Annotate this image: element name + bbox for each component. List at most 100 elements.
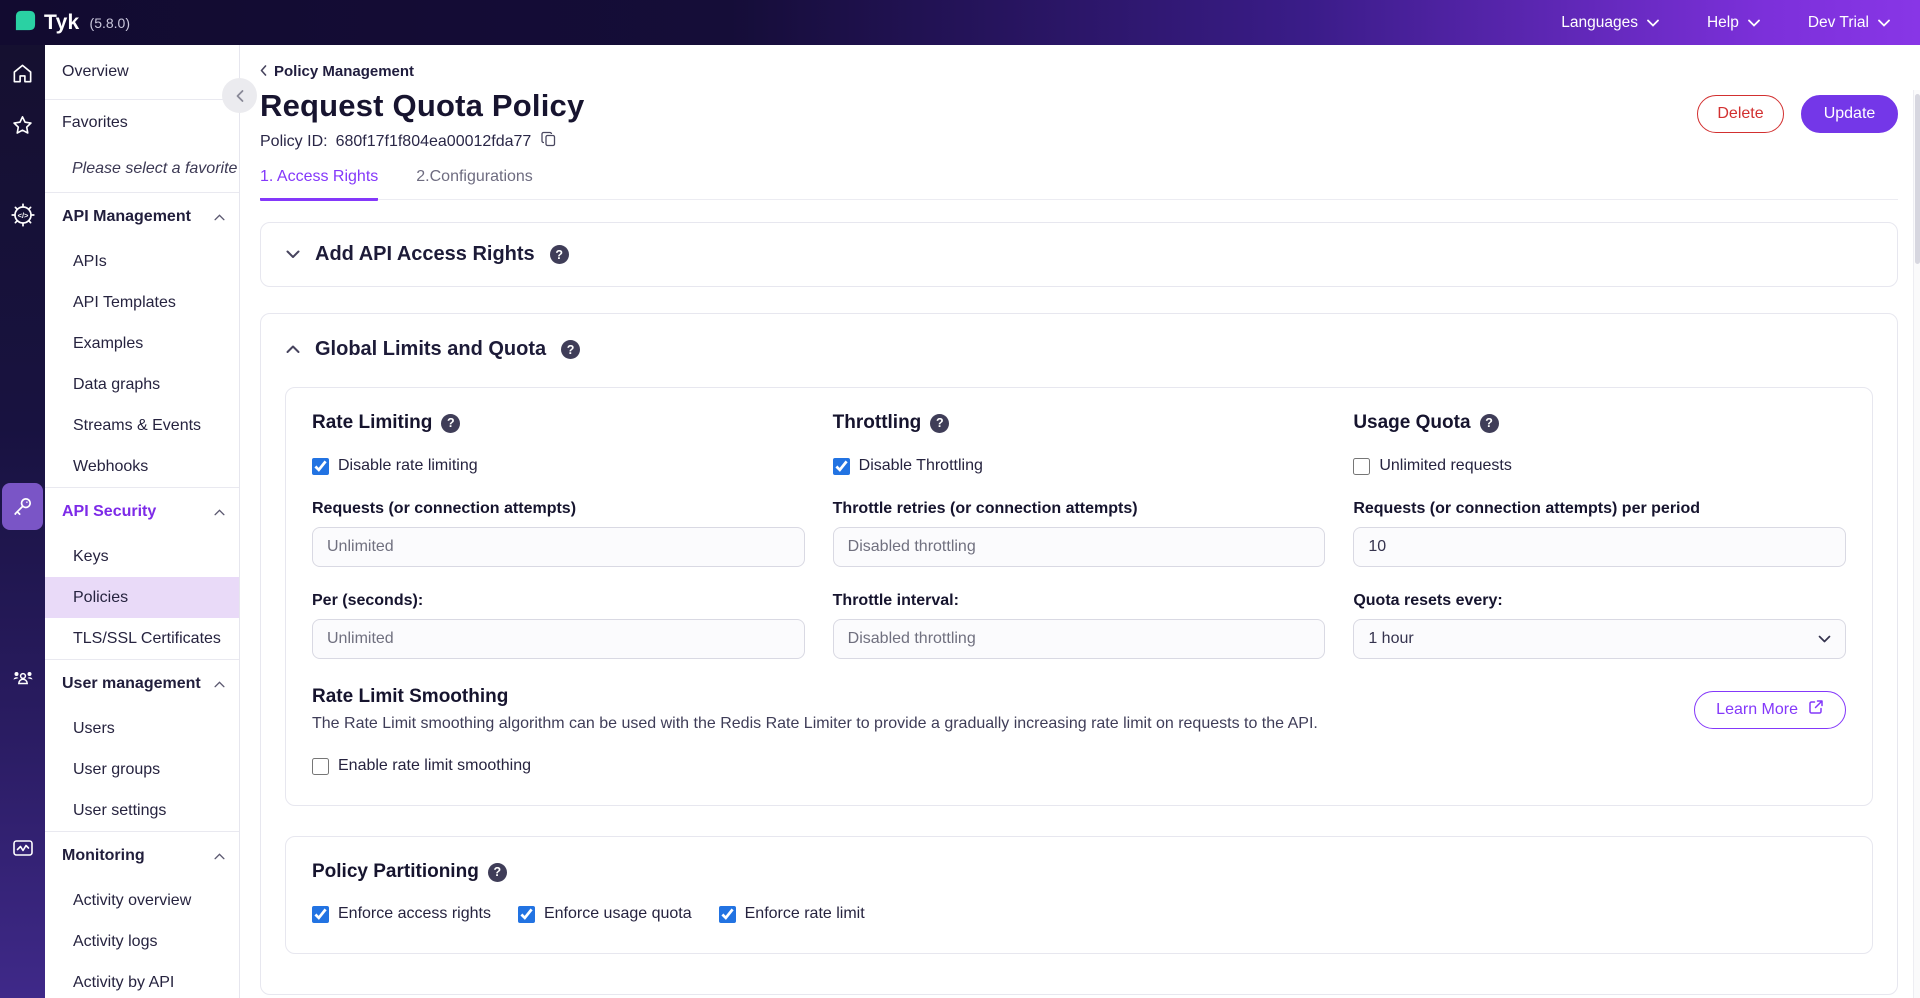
global-limits-quota-card: Global Limits and Quota ? Rate Limiting … <box>260 313 1898 995</box>
sidebar-item-examples[interactable]: Examples <box>45 323 239 364</box>
checkbox-label: Disable Throttling <box>858 457 983 474</box>
select-value: 1 hour <box>1368 630 1414 647</box>
rate-limiting-column: Rate Limiting ? Disable rate limiting Re… <box>312 412 805 659</box>
disable-throttling-row: Disable Throttling <box>832 457 1326 475</box>
disable-rate-limiting-checkbox[interactable] <box>312 457 329 475</box>
quota-resets-select[interactable]: 1 hour <box>1353 619 1846 659</box>
sidebar-item-label: APIs <box>73 252 107 270</box>
sidebar-section-label: API Security <box>62 503 157 520</box>
rate-limit-requests-input[interactable] <box>312 527 805 567</box>
throttle-interval-input[interactable] <box>832 619 1326 659</box>
sidebar-item-webhooks[interactable]: Webhooks <box>45 446 239 487</box>
home-icon[interactable] <box>0 62 45 85</box>
sidebar-item-apis[interactable]: APIs <box>45 241 239 282</box>
tab-access-rights[interactable]: 1. Access Rights <box>260 168 379 201</box>
field-label: Requests (or connection attempts) <box>312 500 577 517</box>
learn-more-label: Learn More <box>1716 700 1798 718</box>
sidebar-collapse-button[interactable] <box>222 78 257 113</box>
enable-smoothing-row: Enable rate limit smoothing <box>312 757 1846 775</box>
tyk-logo[interactable]: Tyk (5.8.0) <box>14 9 130 37</box>
sidebar-item-activity-by-api[interactable]: Activity by API <box>45 962 239 998</box>
checkbox-label: Unlimited requests <box>1379 457 1512 474</box>
help-icon[interactable]: ? <box>487 862 507 882</box>
chevron-up-icon <box>214 675 225 693</box>
help-icon[interactable]: ? <box>930 413 950 433</box>
column-title: Usage Quota <box>1353 412 1471 433</box>
sidebar-section-user-management[interactable]: User management <box>45 660 239 708</box>
throttle-retries-input[interactable] <box>832 527 1326 567</box>
subsection-title: Policy Partitioning <box>312 861 479 882</box>
sidebar-item-label: Activity by API <box>73 973 175 991</box>
topbar-menus: Languages Help Dev Trial <box>1561 14 1890 32</box>
section-title: Global Limits and Quota <box>315 338 547 360</box>
column-title: Rate Limiting <box>312 412 433 433</box>
enforce-rate-limit-checkbox[interactable] <box>718 905 736 923</box>
header-actions: Delete Update <box>1697 95 1898 133</box>
checkbox-label: Enforce access rights <box>338 905 491 922</box>
sidebar-item-activity-logs[interactable]: Activity logs <box>45 921 239 962</box>
enforce-access-rights-checkbox[interactable] <box>312 905 329 923</box>
sidebar-item-user-settings[interactable]: User settings <box>45 790 239 831</box>
sidebar-item-data-graphs[interactable]: Data graphs <box>45 364 239 405</box>
tab-configurations[interactable]: 2.Configurations <box>416 168 533 199</box>
sidebar-section-label: Monitoring <box>62 847 145 864</box>
breadcrumb[interactable]: Policy Management <box>260 63 1898 80</box>
help-icon[interactable]: ? <box>549 245 569 264</box>
usage-quota-column: Usage Quota ? Unlimited requests Request… <box>1353 412 1846 659</box>
help-icon[interactable]: ? <box>561 340 581 359</box>
help-icon[interactable]: ? <box>1479 413 1499 433</box>
delete-button[interactable]: Delete <box>1697 95 1784 133</box>
settings-code-icon[interactable]: </> <box>0 203 45 227</box>
user-management-users-icon[interactable] <box>0 666 45 690</box>
app-body: </> Overview Favorites Please select a f… <box>0 45 1920 998</box>
sidebar-item-user-groups[interactable]: User groups <box>45 749 239 790</box>
help-menu[interactable]: Help <box>1707 14 1760 32</box>
sidebar-item-policies[interactable]: Policies <box>45 577 239 618</box>
learn-more-button[interactable]: Learn More <box>1694 690 1846 729</box>
sidebar-item-overview[interactable]: Overview <box>45 45 239 99</box>
sidebar-section-api-security[interactable]: API Security <box>45 488 239 536</box>
chevron-up-icon <box>214 503 225 521</box>
scrollbar[interactable] <box>1913 90 1920 998</box>
sidebar-item-tls-ssl-certificates[interactable]: TLS/SSL Certificates <box>45 618 239 659</box>
sidebar-section-api-management[interactable]: API Management <box>45 193 239 241</box>
quota-requests-input[interactable] <box>1353 527 1846 567</box>
languages-menu-label: Languages <box>1561 13 1638 31</box>
rate-limit-per-seconds-input[interactable] <box>312 619 805 659</box>
sidebar: Overview Favorites Please select a favor… <box>45 45 240 998</box>
unlimited-requests-checkbox[interactable] <box>1353 457 1371 475</box>
favorites-star-icon[interactable] <box>0 114 45 137</box>
sidebar-item-streams-events[interactable]: Streams & Events <box>45 405 239 446</box>
sidebar-item-favorites[interactable]: Favorites <box>45 100 239 146</box>
sidebar-item-activity-overview[interactable]: Activity overview <box>45 880 239 921</box>
global-limits-quota-header[interactable]: Global Limits and Quota ? <box>285 338 1873 361</box>
sidebar-item-users[interactable]: Users <box>45 708 239 749</box>
subsection-description: The Rate Limit smoothing algorithm can b… <box>312 715 1318 732</box>
disable-rate-limiting-row: Disable rate limiting <box>312 457 805 475</box>
checkbox-label: Enable rate limit smoothing <box>338 757 531 774</box>
sidebar-item-label: User settings <box>73 801 167 819</box>
sidebar-item-keys[interactable]: Keys <box>45 536 239 577</box>
enable-smoothing-checkbox[interactable] <box>312 757 329 775</box>
policy-id-label: Policy ID: <box>260 132 328 150</box>
disable-throttling-checkbox[interactable] <box>832 457 850 475</box>
copy-icon[interactable] <box>541 131 557 152</box>
help-icon[interactable]: ? <box>441 413 461 433</box>
account-menu[interactable]: Dev Trial <box>1808 14 1890 32</box>
throttling-column: Throttling ? Disable Throttling Throttle… <box>832 412 1326 659</box>
add-api-access-rights-card[interactable]: Add API Access Rights ? <box>260 222 1898 287</box>
sidebar-item-api-templates[interactable]: API Templates <box>45 282 239 323</box>
field-label: Throttle retries (or connection attempts… <box>832 500 1138 517</box>
monitoring-activity-icon[interactable] <box>0 836 45 860</box>
chevron-up-icon <box>286 341 300 359</box>
sidebar-section-monitoring[interactable]: Monitoring <box>45 832 239 880</box>
api-security-key-icon[interactable] <box>0 495 45 518</box>
field-label: Throttle interval: <box>832 592 959 609</box>
scrollbar-thumb[interactable] <box>1915 94 1920 264</box>
update-button[interactable]: Update <box>1801 95 1898 133</box>
sidebar-item-label: Streams & Events <box>73 416 202 434</box>
languages-menu[interactable]: Languages <box>1561 14 1659 32</box>
enforce-usage-quota-checkbox[interactable] <box>517 905 535 923</box>
brand-version: (5.8.0) <box>89 14 130 31</box>
policy-id-value: 680f17f1f804ea00012fda77 <box>335 132 532 150</box>
